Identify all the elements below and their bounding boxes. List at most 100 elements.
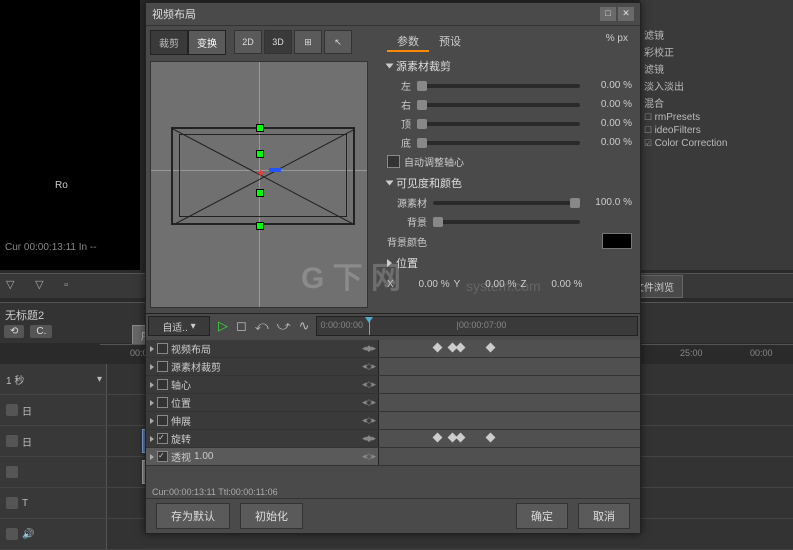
slider-track[interactable] bbox=[417, 103, 580, 107]
track-header[interactable]: 🔊 bbox=[0, 519, 107, 549]
param-value[interactable]: 0.00 % bbox=[586, 80, 632, 91]
keyframe-diamond[interactable] bbox=[433, 433, 443, 443]
enable-checkbox[interactable] bbox=[157, 451, 168, 462]
checkbox-icon[interactable] bbox=[387, 155, 400, 168]
keyframe-nav[interactable]: ◂◇▸ bbox=[362, 415, 375, 426]
keyframe-row[interactable]: 位置◂◇▸ bbox=[146, 394, 640, 412]
cut-button[interactable]: C. bbox=[30, 325, 52, 338]
keyframe-row-label[interactable]: 透视1.00◂◇▸ bbox=[146, 448, 379, 465]
enable-checkbox[interactable] bbox=[157, 415, 168, 426]
fx-item[interactable]: ideoFilters bbox=[640, 124, 793, 137]
prev-kf-button[interactable]: ⤺ bbox=[255, 318, 269, 334]
initialize-button[interactable]: 初始化 bbox=[240, 503, 303, 529]
keyframe-row-label[interactable]: 轴心◂◇▸ bbox=[146, 376, 379, 393]
row-value[interactable]: 1.00 bbox=[194, 451, 213, 462]
audio-icon[interactable] bbox=[6, 528, 18, 540]
tab-params[interactable]: 参数 bbox=[387, 30, 429, 52]
handle-mid[interactable] bbox=[256, 150, 264, 158]
mute-icon[interactable] bbox=[6, 466, 18, 478]
keyframe-track[interactable] bbox=[379, 412, 640, 429]
tab-crop[interactable]: 裁剪 bbox=[150, 30, 188, 55]
keyframe-row-label[interactable]: 旋转◂◆▸ bbox=[146, 430, 379, 447]
grid-button[interactable]: ⊞ bbox=[294, 30, 322, 54]
slider-track[interactable] bbox=[433, 201, 580, 205]
keyframe-row-label[interactable]: 视频布局◂◆▸ bbox=[146, 340, 379, 357]
keyframe-track[interactable] bbox=[379, 430, 640, 447]
color-swatch[interactable] bbox=[602, 233, 632, 249]
param-value[interactable]: 100.0 % bbox=[586, 197, 632, 208]
curve-button[interactable]: ∿ bbox=[299, 318, 310, 334]
param-value[interactable]: 0.00 % bbox=[586, 118, 632, 129]
section-position[interactable]: 位置 bbox=[387, 255, 632, 271]
keyframe-track[interactable] bbox=[379, 358, 640, 375]
keyframe-track[interactable] bbox=[379, 394, 640, 411]
fx-item[interactable]: 淡入淡出 bbox=[640, 77, 793, 94]
section-crop[interactable]: 源素材裁剪 bbox=[387, 58, 632, 74]
tool-icon[interactable]: ▽ bbox=[6, 278, 20, 292]
slider-track[interactable] bbox=[433, 220, 580, 224]
keyframe-diamond[interactable] bbox=[433, 343, 443, 353]
keyframe-diamond[interactable] bbox=[456, 433, 466, 443]
unit-toggle[interactable]: % px bbox=[602, 30, 632, 52]
dialog-titlebar[interactable]: 视频布局 □ ✕ bbox=[146, 3, 640, 26]
enable-checkbox[interactable] bbox=[157, 361, 168, 372]
param-value[interactable]: 0.00 % bbox=[586, 99, 632, 110]
keyframe-nav[interactable]: ◂◇▸ bbox=[362, 397, 375, 408]
fit-button[interactable]: 自适.. ▾ bbox=[148, 316, 210, 336]
mode-3d-button[interactable]: 3D bbox=[264, 30, 292, 54]
disclosure-icon[interactable] bbox=[150, 382, 154, 388]
keyframe-row-label[interactable]: 伸展◂◇▸ bbox=[146, 412, 379, 429]
disclosure-icon[interactable] bbox=[150, 418, 154, 424]
fx-item[interactable]: 混合 bbox=[640, 94, 793, 111]
loop-button[interactable]: ⟲ bbox=[4, 325, 24, 338]
track-header[interactable]: 1 秒 ▾ bbox=[0, 364, 107, 394]
mute-icon[interactable] bbox=[6, 435, 18, 447]
preview-canvas[interactable]: ✦ bbox=[150, 61, 368, 308]
keyframe-nav[interactable]: ◂◆▸ bbox=[362, 433, 375, 444]
mute-icon[interactable] bbox=[6, 497, 18, 509]
fx-item[interactable]: 彩校正 bbox=[640, 43, 793, 60]
keyframe-row[interactable]: 轴心◂◇▸ bbox=[146, 376, 640, 394]
disclosure-icon[interactable] bbox=[150, 364, 154, 370]
axis-value[interactable]: 0.00 % bbox=[398, 279, 450, 290]
auto-axis-check[interactable]: 自动调整轴心 bbox=[387, 154, 632, 169]
mode-2d-button[interactable]: 2D bbox=[234, 30, 262, 54]
axis-value[interactable]: 0.00 % bbox=[530, 279, 582, 290]
keyframe-nav[interactable]: ◂◇▸ bbox=[362, 361, 375, 372]
enable-checkbox[interactable] bbox=[157, 397, 168, 408]
keyframe-track[interactable] bbox=[379, 376, 640, 393]
handle-top[interactable] bbox=[256, 124, 264, 132]
enable-checkbox[interactable] bbox=[157, 433, 168, 444]
axis-handle[interactable] bbox=[269, 168, 281, 172]
disclosure-icon[interactable] bbox=[150, 454, 154, 460]
track-header[interactable]: T bbox=[0, 488, 107, 518]
tab-preset[interactable]: 预设 bbox=[429, 30, 471, 52]
keyframe-diamond[interactable] bbox=[486, 343, 496, 353]
keyframe-diamond[interactable] bbox=[486, 433, 496, 443]
fx-item[interactable]: 滤镜 bbox=[640, 60, 793, 77]
tool-icon[interactable]: ▫ bbox=[64, 279, 78, 293]
loop-button[interactable]: ◻ bbox=[236, 318, 247, 334]
keyframe-diamond[interactable] bbox=[456, 343, 466, 353]
track-header[interactable]: 日 bbox=[0, 395, 107, 425]
mute-icon[interactable] bbox=[6, 404, 18, 416]
handle-mid2[interactable] bbox=[256, 189, 264, 197]
disclosure-icon[interactable] bbox=[150, 400, 154, 406]
next-kf-button[interactable]: ⤻ bbox=[277, 318, 291, 334]
center-cross-icon[interactable]: ✦ bbox=[256, 167, 265, 180]
keyframe-row-label[interactable]: 位置◂◇▸ bbox=[146, 394, 379, 411]
keyframe-row-label[interactable]: 源素材裁剪◂◇▸ bbox=[146, 358, 379, 375]
handle-bottom[interactable] bbox=[256, 222, 264, 230]
disclosure-icon[interactable] bbox=[150, 436, 154, 442]
slider-track[interactable] bbox=[417, 122, 580, 126]
track-header[interactable]: 日 bbox=[0, 426, 107, 456]
fx-item[interactable]: Color Correction bbox=[640, 137, 793, 150]
ok-button[interactable]: 确定 bbox=[516, 503, 568, 529]
maximize-button[interactable]: □ bbox=[600, 7, 616, 21]
save-default-button[interactable]: 存为默认 bbox=[156, 503, 230, 529]
cancel-button[interactable]: 取消 bbox=[578, 503, 630, 529]
param-value[interactable]: 0.00 % bbox=[586, 137, 632, 148]
keyframe-row[interactable]: 透视1.00◂◇▸ bbox=[146, 448, 640, 466]
enable-checkbox[interactable] bbox=[157, 379, 168, 390]
slider-track[interactable] bbox=[417, 84, 580, 88]
